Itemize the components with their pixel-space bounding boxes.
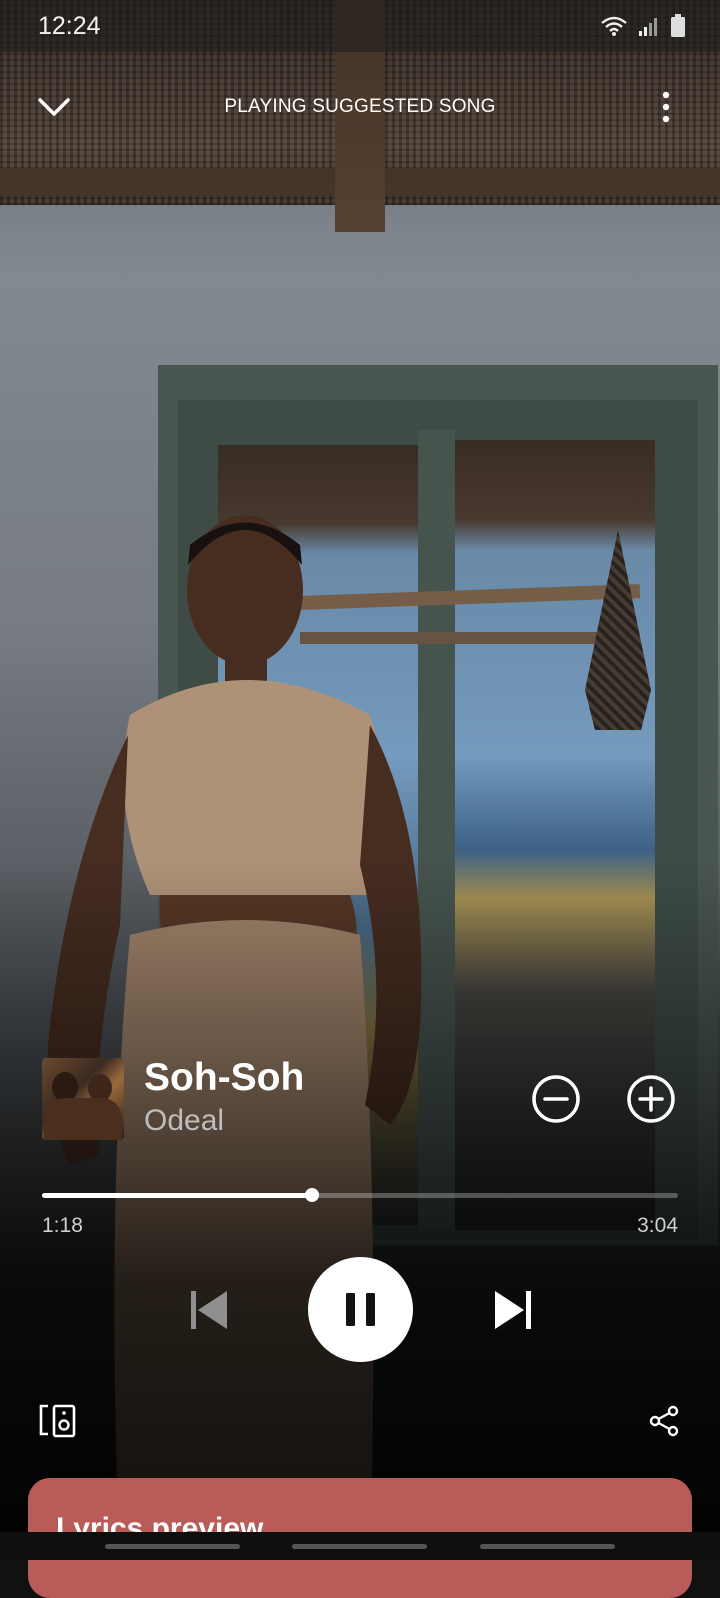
total-time: 3:04	[637, 1214, 678, 1237]
elapsed-time: 1:18	[42, 1214, 83, 1237]
nav-recents[interactable]	[105, 1544, 240, 1549]
add-circle-icon	[627, 1075, 675, 1123]
previous-button[interactable]	[188, 1288, 230, 1332]
more-options-button[interactable]	[648, 86, 684, 130]
add-to-library-button[interactable]	[625, 1073, 677, 1125]
nav-back[interactable]	[480, 1544, 615, 1549]
share-icon	[649, 1405, 679, 1437]
status-icons	[600, 14, 686, 38]
track-artist[interactable]: Odeal	[144, 1104, 224, 1138]
skip-previous-icon	[191, 1291, 227, 1329]
progress-fill	[42, 1193, 313, 1198]
remove-circle-icon	[532, 1075, 580, 1123]
status-bar: 12:24	[0, 0, 720, 52]
pause-button[interactable]	[308, 1257, 413, 1362]
cover-figure-body	[44, 1098, 122, 1140]
album-cover[interactable]	[42, 1058, 124, 1140]
wifi-icon	[601, 16, 627, 36]
signal-icon	[639, 18, 657, 36]
progress-bar[interactable]	[42, 1188, 678, 1202]
status-time: 12:24	[38, 12, 101, 40]
devices-icon	[39, 1404, 76, 1438]
battery-icon	[671, 14, 685, 37]
next-button[interactable]	[492, 1288, 534, 1332]
skip-next-icon	[495, 1291, 531, 1329]
pause-icon	[346, 1293, 375, 1326]
share-button[interactable]	[647, 1404, 681, 1438]
track-title[interactable]: Soh-Soh	[144, 1056, 304, 1100]
hide-song-button[interactable]	[530, 1073, 582, 1125]
context-title: PLAYING SUGGESTED SONG	[224, 96, 496, 117]
more-vert-icon	[662, 91, 670, 123]
nav-home[interactable]	[292, 1544, 427, 1549]
connect-device-button[interactable]	[38, 1403, 78, 1439]
